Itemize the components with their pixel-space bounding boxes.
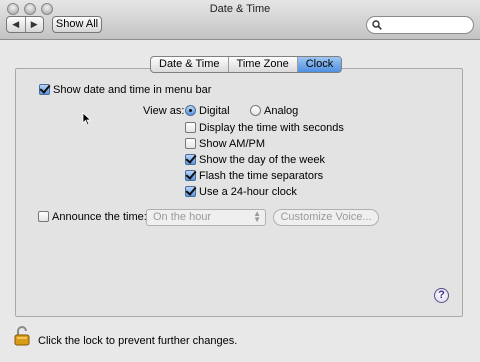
search-field[interactable]	[366, 16, 474, 34]
digital-radio[interactable]	[185, 105, 196, 116]
analog-label: Analog	[264, 105, 299, 117]
ampm-label: Show AM/PM	[199, 138, 266, 150]
flash-separators-checkbox[interactable]	[185, 170, 196, 181]
lock-message: Click the lock to prevent further change…	[38, 335, 238, 347]
analog-radio[interactable]	[250, 105, 261, 116]
tab-date-time[interactable]: Date & Time	[151, 57, 228, 72]
ampm-checkbox[interactable]	[185, 138, 196, 149]
digital-label: Digital	[199, 105, 230, 117]
view-as-label: View as:	[143, 105, 185, 117]
announce-checkbox[interactable]	[38, 211, 49, 222]
24-hour-label: Use a 24-hour clock	[199, 186, 297, 198]
lock-icon[interactable]	[14, 326, 30, 346]
day-of-week-label: Show the day of the week	[199, 154, 325, 166]
search-icon	[372, 20, 382, 30]
show-in-menu-bar-checkbox[interactable]	[39, 84, 50, 95]
day-of-week-checkbox[interactable]	[185, 154, 196, 165]
announce-label: Announce the time:	[52, 211, 147, 223]
announce-interval-select[interactable]: On the hour ▲ ▼	[146, 209, 266, 226]
show-all-button[interactable]: Show All	[52, 16, 102, 33]
show-in-menu-bar-label: Show date and time in menu bar	[53, 84, 212, 96]
flash-separators-label: Flash the time separators	[199, 170, 324, 182]
customize-voice-button[interactable]: Customize Voice...	[273, 209, 379, 226]
back-button[interactable]: ◀	[7, 17, 25, 32]
mouse-pointer-icon	[82, 112, 92, 126]
tab-clock[interactable]: Clock	[296, 57, 342, 72]
announce-interval-value: On the hour	[153, 211, 212, 223]
seconds-label: Display the time with seconds	[199, 122, 344, 134]
window-title: Date & Time	[209, 3, 271, 15]
tab-time-zone[interactable]: Time Zone	[227, 57, 297, 72]
24-hour-checkbox[interactable]	[185, 186, 196, 197]
seconds-checkbox[interactable]	[185, 122, 196, 133]
back-forward-group: ◀ ▶	[6, 16, 44, 33]
help-icon[interactable]: ?	[434, 288, 449, 303]
select-arrows-icon: ▲ ▼	[253, 209, 261, 224]
forward-button[interactable]: ▶	[24, 17, 44, 32]
window-toolbar: Date & Time ◀ ▶ Show All	[0, 0, 480, 40]
tab-bar: Date & Time Time Zone Clock	[150, 56, 343, 73]
